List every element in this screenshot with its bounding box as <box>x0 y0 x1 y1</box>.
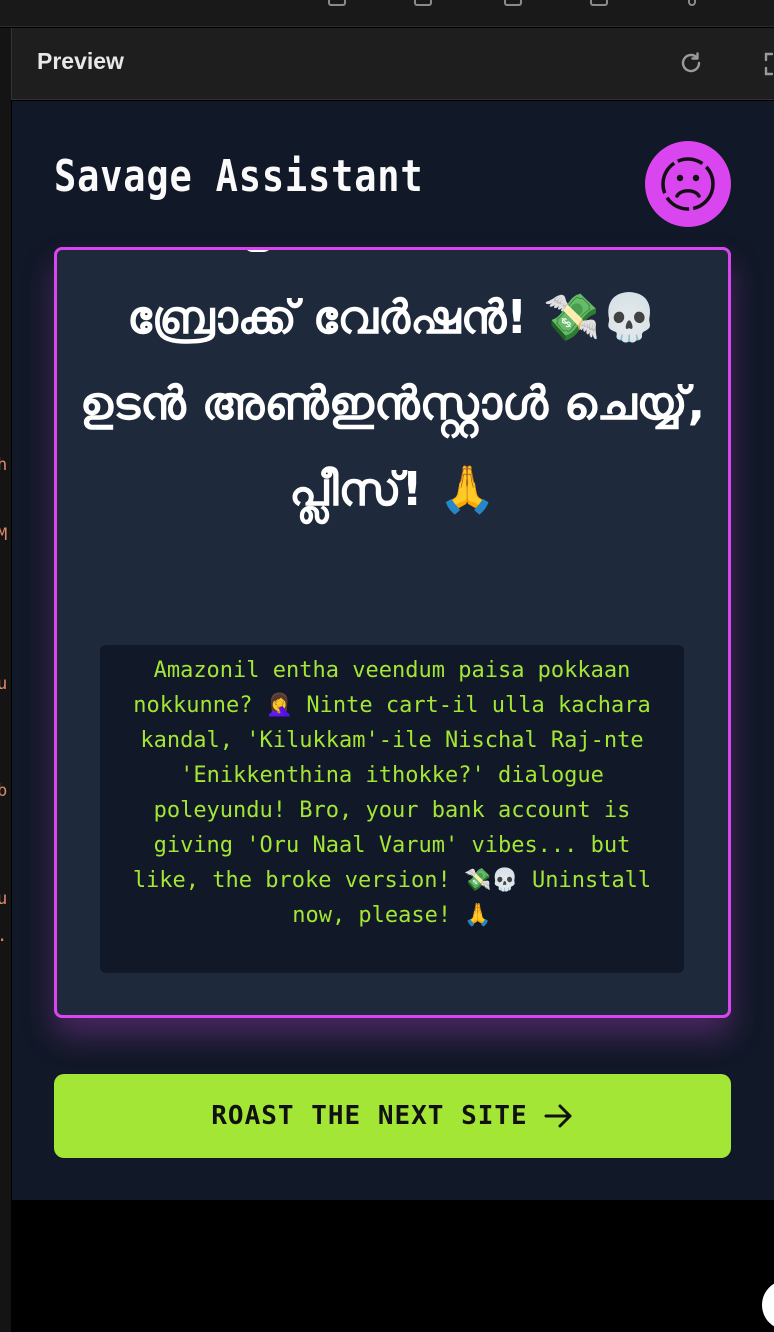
expand-icon[interactable] <box>764 52 774 76</box>
toolbar-icon[interactable] <box>590 0 608 6</box>
code-fragment: u <box>0 674 8 694</box>
savage-assistant-app: Savage Assistant ബ്രോക്ക് വേർഷൻ! 💸💀 ഉടൻ … <box>12 101 774 1200</box>
roast-headline: ബ്രോക്ക് വേർഷൻ! 💸💀 ഉടൻ അൺഇൻസ്റ്റാൾ ചെയ്യ… <box>79 290 706 516</box>
clipped-text-fragment <box>243 250 273 252</box>
app-title: Savage Assistant <box>54 151 424 202</box>
editor-gutter: h M u b u . <box>0 28 11 1332</box>
preview-title: Preview <box>37 48 124 74</box>
arrow-right-icon <box>544 1104 572 1128</box>
roast-card: ബ്രോക്ക് വേർഷൻ! 💸💀 ഉടൻ അൺഇൻസ്റ്റാൾ ചെയ്യ… <box>54 247 731 1018</box>
sad-face-icon <box>661 157 715 211</box>
floating-action-button[interactable] <box>762 1280 774 1330</box>
roast-next-site-button[interactable]: ROAST THE NEXT SITE <box>54 1074 731 1158</box>
toolbar-icon[interactable] <box>504 0 522 6</box>
roast-next-site-label: ROAST THE NEXT SITE <box>211 1101 528 1131</box>
preview-header: Preview <box>11 28 774 100</box>
code-fragment: b <box>0 781 8 801</box>
code-fragment: M <box>0 525 8 545</box>
code-fragment: . <box>0 926 7 946</box>
roast-text: Amazonil entha veendum paisa pokkaan nok… <box>100 645 684 973</box>
edit-icon[interactable] <box>414 0 432 6</box>
toolbar-icon[interactable] <box>688 0 696 6</box>
toolbar-icon[interactable] <box>328 0 346 6</box>
code-fragment: h <box>0 455 8 475</box>
top-toolbar <box>0 0 774 27</box>
avatar[interactable] <box>645 141 731 227</box>
code-fragment: u <box>0 889 8 909</box>
refresh-icon[interactable] <box>678 50 704 76</box>
